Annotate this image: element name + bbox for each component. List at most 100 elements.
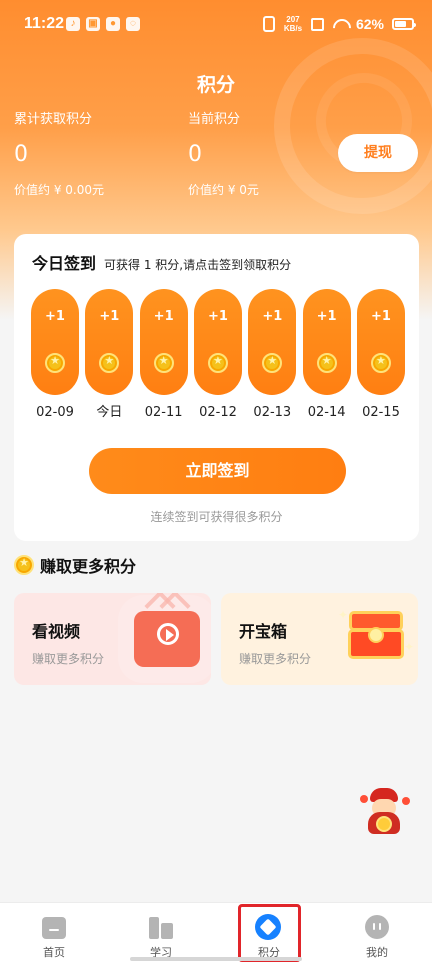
checkin-day-points: +1 — [370, 309, 391, 324]
checkin-title-row: 今日签到 可获得 1 积分,请点击签到领取积分 — [32, 250, 291, 274]
open-chest-title: 开宝箱 — [239, 622, 288, 641]
checkin-day-points: +1 — [316, 309, 337, 324]
checkin-day-item[interactable]: +1 02-14 — [302, 289, 351, 421]
checkin-day-label: 02-11 — [144, 405, 183, 420]
nav-home-label: 首页 — [43, 946, 65, 959]
checkin-button[interactable]: 立即签到 — [89, 448, 346, 494]
chest-lock-icon — [368, 627, 384, 643]
points-icon — [255, 914, 281, 940]
coin-icon — [370, 353, 391, 373]
page-title: 积分 — [196, 74, 235, 96]
checkin-day-label: 02-13 — [253, 405, 292, 420]
treasure-chest-icon: ✦ ✦ — [338, 609, 414, 661]
checkin-day-points: +1 — [99, 309, 120, 324]
checkin-day-item[interactable]: +1 今日 — [85, 289, 134, 421]
coin-icon — [153, 353, 174, 373]
current-points-block: 当前积分 0 价值约 ¥ 0元 — [188, 112, 259, 198]
checkin-day-pill[interactable]: +1 — [248, 289, 297, 395]
checkin-day-points: +1 — [45, 309, 65, 324]
checkin-day-item[interactable]: +1 02-13 — [248, 289, 297, 421]
sim-icon — [310, 17, 324, 31]
nav-study[interactable]: 学习 — [129, 911, 193, 961]
current-points-value: 0 — [188, 142, 202, 167]
checkin-day-label: 02-15 — [362, 405, 400, 420]
points-page: 11:22 ♪ ▣ ● ◌ 207 KB/s 62% 积分 累计获取积分 0 价… — [0, 0, 432, 964]
watch-video-title: 看视频 — [32, 622, 81, 641]
checkin-day-pill[interactable]: +1 — [31, 289, 79, 395]
coin-icon — [316, 353, 337, 373]
checkin-day-points: +1 — [262, 309, 283, 324]
checkin-day-item[interactable]: +1 02-11 — [139, 289, 188, 421]
decorative-dot — [402, 797, 410, 805]
checkin-day-list: +1 02-09 +1 今日 +1 02-11 — [31, 289, 405, 421]
checkin-day-item[interactable]: +1 02-09 — [31, 289, 79, 421]
total-points-label: 累计获取积分 — [14, 112, 93, 127]
total-points-value: 0 — [14, 142, 28, 167]
sparkle-icon: ✦ — [338, 608, 349, 622]
coin-icon — [14, 555, 34, 575]
total-points-block: 累计获取积分 0 价值约 ¥ 0.00元 — [14, 112, 104, 198]
checkin-day-label: 02-09 — [36, 405, 74, 420]
decorative-dot — [360, 795, 368, 803]
tv-icon — [134, 611, 200, 667]
network-speed-value: 207 — [286, 15, 300, 24]
play-icon — [157, 623, 179, 645]
status-right-icons: 207 KB/s 62% — [262, 15, 416, 33]
withdraw-button[interactable]: 提现 — [338, 134, 418, 172]
battery-percent: 62% — [355, 16, 384, 32]
coin-icon — [45, 353, 65, 373]
bottom-navigation: 首页 学习 积分 我的 — [0, 902, 432, 964]
checkin-day-label: 02-12 — [199, 405, 237, 420]
home-icon — [42, 917, 66, 939]
link-icon: ◌ — [126, 17, 140, 31]
daily-checkin-card: 今日签到 可获得 1 积分,请点击签到领取积分 +1 02-09 +1 今日 — [14, 234, 419, 541]
sparkle-icon: ✦ — [404, 640, 415, 654]
open-chest-subtitle: 赚取更多积分 — [239, 652, 312, 666]
checkin-day-label: 02-14 — [307, 405, 346, 420]
floating-mascot-icon[interactable] — [360, 788, 410, 840]
checkin-day-pill[interactable]: +1 — [302, 289, 351, 395]
brand-icon: ● — [106, 17, 120, 31]
study-icon — [149, 917, 173, 939]
wifi-icon — [332, 18, 348, 30]
checkin-day-item[interactable]: +1 02-12 — [193, 289, 242, 421]
checkin-subtitle: 可获得 1 积分,请点击签到领取积分 — [104, 258, 292, 272]
watch-video-card[interactable]: 看视频 赚取更多积分 — [14, 593, 211, 685]
profile-icon — [365, 915, 389, 939]
checkin-day-pill[interactable]: +1 — [193, 289, 242, 395]
earn-more-section-title: 赚取更多积分 — [14, 553, 136, 577]
battery-icon — [392, 18, 416, 30]
checkin-day-item[interactable]: +1 02-15 — [356, 289, 405, 421]
checkin-title: 今日签到 — [32, 254, 97, 273]
tiktok-icon: ♪ — [66, 17, 80, 31]
box-icon: ▣ — [86, 17, 100, 31]
nav-mine-label: 我的 — [366, 946, 388, 959]
nav-mine[interactable]: 我的 — [345, 911, 409, 961]
checkin-hint: 连续签到可获得很多积分 — [150, 510, 283, 524]
nav-home[interactable]: 首页 — [22, 911, 86, 961]
checkin-day-points: +1 — [153, 309, 174, 324]
vibrate-icon — [262, 16, 275, 32]
watch-video-subtitle: 赚取更多积分 — [32, 652, 105, 666]
status-app-icons: ♪ ▣ ● ◌ — [66, 17, 140, 31]
total-points-worth: 价值约 ¥ 0.00元 — [14, 183, 104, 197]
checkin-day-points: +1 — [208, 309, 228, 324]
coin-icon — [99, 353, 120, 373]
nav-points[interactable]: 积分 — [237, 911, 301, 961]
checkin-day-label: 今日 — [96, 405, 123, 420]
open-chest-card[interactable]: 开宝箱 赚取更多积分 ✦ ✦ — [221, 593, 418, 685]
coin-icon — [207, 353, 228, 373]
mascot-coin-icon — [376, 816, 392, 832]
current-points-label: 当前积分 — [188, 112, 241, 127]
network-speed-unit: KB/s — [283, 24, 303, 33]
coin-icon — [262, 353, 283, 373]
home-indicator[interactable] — [130, 957, 302, 961]
checkin-day-pill[interactable]: +1 — [85, 289, 134, 395]
status-time: 11:22 — [24, 15, 65, 32]
network-speed: 207 KB/s — [283, 15, 303, 33]
checkin-day-pill[interactable]: +1 — [139, 289, 188, 395]
earn-more-title: 赚取更多积分 — [40, 557, 137, 576]
current-points-worth: 价值约 ¥ 0元 — [188, 183, 259, 197]
status-bar: 11:22 ♪ ▣ ● ◌ 207 KB/s 62% — [0, 0, 432, 52]
checkin-day-pill[interactable]: +1 — [356, 289, 405, 395]
